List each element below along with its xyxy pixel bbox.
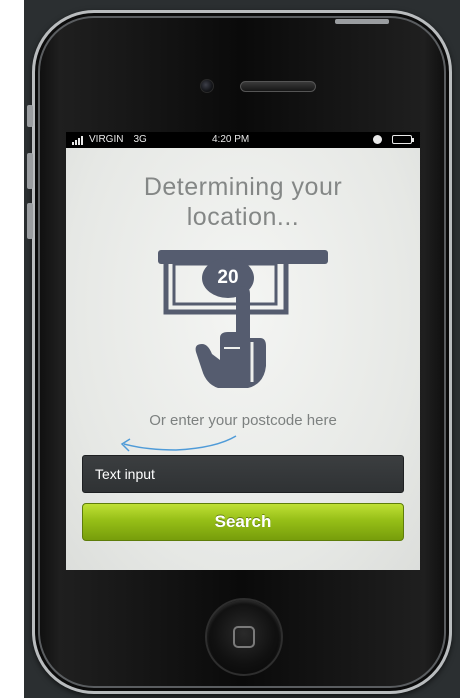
page-title: Determining your location... <box>66 172 420 232</box>
headline-line-2: location... <box>186 203 300 231</box>
carrier-info: VIRGIN 3G <box>72 132 147 148</box>
postcode-input[interactable] <box>82 455 404 493</box>
home-button[interactable] <box>205 598 283 676</box>
home-square-icon <box>233 626 255 648</box>
battery-icon <box>392 135 414 144</box>
volume-up-button[interactable] <box>27 153 33 189</box>
search-button[interactable]: Search <box>82 503 404 541</box>
earpiece-speaker <box>240 81 316 92</box>
network-type: 3G <box>133 134 147 145</box>
volume-down-button[interactable] <box>27 203 33 239</box>
status-time: 4:20 PM <box>212 134 250 145</box>
status-bar: VIRGIN 3G 4:20 PM <box>66 132 420 148</box>
atm-cash-illustration: 20 <box>158 250 328 388</box>
mute-switch[interactable] <box>27 105 33 127</box>
app-screen: VIRGIN 3G 4:20 PM Determining your locat… <box>66 132 420 570</box>
hand-icon <box>195 286 266 388</box>
carrier-name: VIRGIN <box>89 134 124 145</box>
status-icons <box>373 135 414 144</box>
signal-icon <box>72 135 83 145</box>
clock-icon <box>373 135 382 144</box>
power-button[interactable] <box>335 19 389 24</box>
headline-line-1: Determining your <box>143 173 343 201</box>
front-camera <box>200 79 214 93</box>
banknote-value: 20 <box>217 267 238 288</box>
